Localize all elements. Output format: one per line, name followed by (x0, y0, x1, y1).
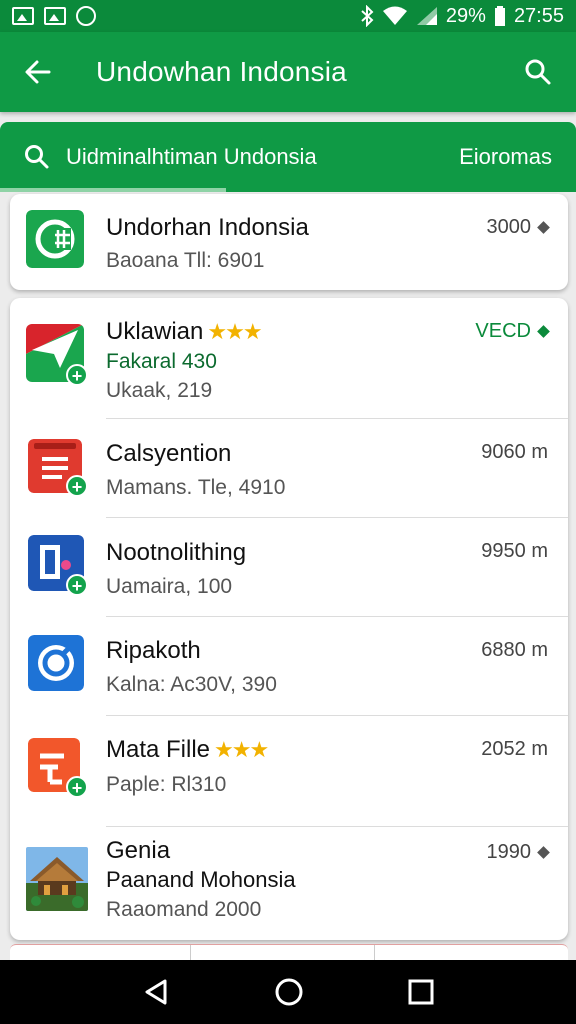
item-title: Mata Fille ★★★ (106, 736, 269, 763)
app-bar: Undowhan Indonsia (0, 32, 576, 112)
item-subtitle: Kalna: Ac30V, 390 (106, 673, 277, 696)
battery-icon (494, 6, 505, 26)
status-bar: 29% 27:55 (0, 0, 576, 32)
place-thumbnail-image (26, 847, 88, 911)
wifi-icon (382, 6, 407, 25)
item-subtitle-2: Raaomand 2000 (106, 898, 262, 921)
featured-card[interactable]: Undorhan Indonsia Baoana Tll: 6901 3000 (10, 194, 568, 290)
list-item[interactable]: + Nootnolithing Uamaira, 100 9950 m (10, 518, 568, 616)
diamond-icon (537, 221, 550, 234)
add-badge-icon[interactable]: + (66, 574, 88, 596)
tab-economy[interactable]: Eioromas (459, 144, 552, 170)
featured-subtitle: Baoana Tll: 6901 (106, 249, 265, 272)
bluetooth-icon (361, 5, 374, 27)
diamond-icon (537, 846, 550, 859)
tab-indicator (0, 188, 226, 192)
item-value: 1990 (487, 841, 550, 864)
item-title: Calsyention (106, 440, 232, 467)
item-value: 2052 m (481, 738, 548, 760)
item-title: Nootnolithing (106, 539, 247, 566)
diamond-icon (537, 325, 550, 338)
item-subtitle: Uamaira, 100 (106, 575, 233, 598)
back-arrow-icon[interactable] (24, 58, 52, 86)
featured-title: Undorhan Indonsia (106, 214, 309, 241)
item-title: Genia (106, 837, 171, 864)
item-value: VECD (475, 320, 550, 343)
battery-percent: 29% (445, 4, 486, 27)
app-globe-icon (26, 210, 84, 268)
featured-value: 3000 (487, 216, 550, 239)
gallery-notification-icon (12, 7, 34, 25)
item-subtitle: Paanand Mohonsia (106, 867, 296, 892)
tab-search-icon (25, 145, 49, 169)
list-item[interactable]: + Mata Fille ★★★ Paple: Rl310 2052 m (10, 716, 568, 826)
system-nav-bar (0, 960, 576, 1024)
photo-notification-icon (44, 7, 66, 25)
list-item[interactable]: + Calsyention Mamans. Tle, 4910 9060 m (10, 419, 568, 517)
item-subtitle-2: Ukaak, 219 (106, 379, 213, 402)
add-badge-icon[interactable]: + (66, 475, 88, 497)
rating-stars: ★★★ (214, 737, 269, 762)
tab-search[interactable]: Uidminalhtiman Undonsia (66, 144, 317, 170)
item-value: 6880 m (481, 639, 548, 661)
results-list: + Uklawian ★★★ Fakaral 430 Ukaak, 219 VEC… (10, 298, 568, 940)
list-item[interactable]: Genia Paanand Mohonsia Raaomand 2000 199… (10, 827, 568, 939)
cell-signal-icon (416, 7, 437, 25)
item-value: 9950 m (481, 540, 548, 562)
tab-bar: Uidminalhtiman Undonsia Eioromas (0, 122, 576, 192)
rating-stars: ★★★ (207, 319, 262, 344)
add-badge-icon[interactable]: + (66, 776, 88, 798)
nav-home-icon[interactable] (274, 977, 304, 1007)
list-item[interactable]: Ripakoth Kalna: Ac30V, 390 6880 m (10, 617, 568, 715)
item-subtitle: Paple: Rl310 (106, 773, 227, 796)
item-subtitle: Mamans. Tle, 4910 (106, 476, 286, 499)
add-badge-icon[interactable]: + (66, 364, 88, 386)
nav-back-icon[interactable] (141, 977, 171, 1007)
item-title: Ripakoth (106, 637, 201, 664)
item-title: Uklawian ★★★ (106, 318, 263, 345)
next-card-peek (10, 944, 568, 961)
list-item[interactable]: + Uklawian ★★★ Fakaral 430 Ukaak, 219 VEC… (10, 298, 568, 418)
refresh-circle-icon (28, 635, 84, 691)
search-icon[interactable] (524, 58, 552, 86)
clock: 27:55 (513, 4, 564, 27)
nav-recents-icon[interactable] (407, 978, 435, 1006)
sync-notification-icon (76, 6, 96, 26)
item-value: 9060 m (481, 441, 548, 463)
page-title: Undowhan Indonsia (96, 56, 347, 87)
item-subtitle: Fakaral 430 (106, 350, 217, 373)
featured-row[interactable]: Undorhan Indonsia Baoana Tll: 6901 3000 (10, 194, 568, 290)
